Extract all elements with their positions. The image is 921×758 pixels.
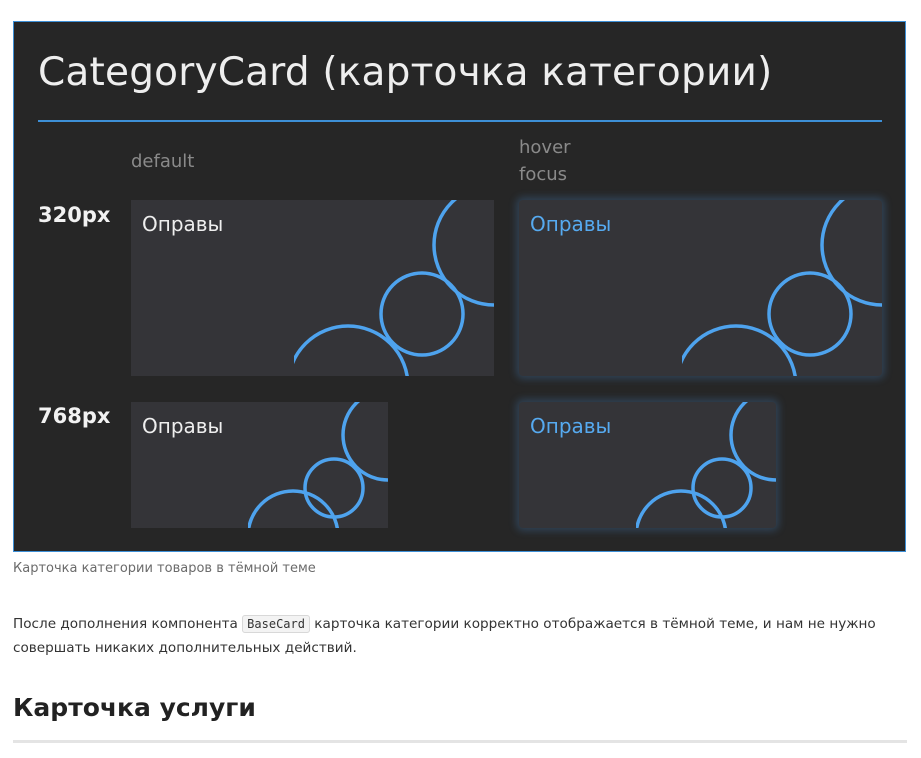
category-card-768-hover[interactable]: Оправы	[519, 402, 776, 528]
card-label: Оправы	[530, 414, 612, 438]
figure-panel: CategoryCard (карточка категории) defaul…	[13, 21, 906, 552]
state-label-default: default	[131, 151, 195, 172]
circles-decoration-icon	[294, 200, 494, 376]
circles-decoration-icon	[248, 402, 388, 528]
title-divider	[38, 120, 882, 122]
card-label: Оправы	[142, 212, 224, 236]
circles-decoration-icon	[682, 200, 882, 376]
state-label-focus: focus	[519, 164, 568, 185]
paragraph-text-before: После дополнения компонента	[13, 616, 238, 632]
figure-title: CategoryCard (карточка категории)	[38, 50, 773, 95]
figure-caption: Карточка категории товаров в тёмной теме	[13, 561, 316, 576]
inline-code: BaseCard	[242, 615, 310, 633]
category-card-768-default[interactable]: Оправы	[131, 402, 388, 528]
circles-decoration-icon	[636, 402, 776, 528]
state-label-hover: hover	[519, 137, 571, 158]
body-paragraph: После дополнения компонента BaseCard кар…	[13, 612, 909, 660]
heading-divider	[13, 740, 907, 743]
card-label: Оправы	[530, 212, 612, 236]
section-heading: Карточка услуги	[13, 693, 256, 722]
row-label-320: 320px	[38, 203, 111, 227]
category-card-320-default[interactable]: Оправы	[131, 200, 494, 376]
card-label: Оправы	[142, 414, 224, 438]
category-card-320-hover[interactable]: Оправы	[519, 200, 882, 376]
row-label-768: 768px	[38, 404, 111, 428]
